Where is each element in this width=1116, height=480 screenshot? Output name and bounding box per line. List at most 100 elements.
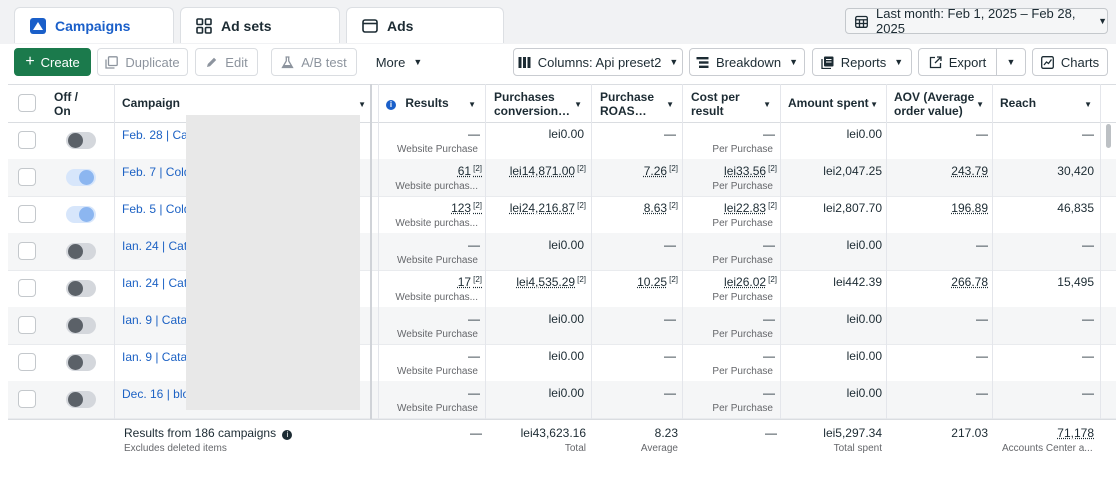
create-label: Create <box>40 54 80 70</box>
export-dropdown-button[interactable]: ▼ <box>996 48 1026 76</box>
table-row[interactable]: Ian. 24 | Catalog — Website Purchase lei0.0… <box>8 233 1116 270</box>
reports-icon <box>821 56 834 69</box>
export-button[interactable]: Export <box>918 48 997 76</box>
sort-caret-icon: ▼ <box>1084 100 1092 109</box>
campaign-toggle[interactable] <box>66 132 96 149</box>
cost-per-result-value: — <box>763 127 775 141</box>
date-range-picker[interactable]: Last month: Feb 1, 2025 – Feb 28, 2025 ▼ <box>845 6 1108 36</box>
aov-value: — <box>976 349 988 363</box>
total-roas: 8.23 <box>654 426 678 440</box>
campaign-name-link[interactable]: Feb. 7 | Cold <box>122 165 186 179</box>
more-button[interactable]: More ▼ <box>364 48 434 76</box>
reach-value: 30,420 <box>1057 164 1094 178</box>
ad-sets-icon <box>195 17 213 35</box>
aov-value: — <box>976 312 988 326</box>
conversion-value: lei0.00 <box>548 127 584 141</box>
row-checkbox[interactable] <box>18 390 36 408</box>
row-checkbox[interactable] <box>18 205 36 223</box>
total-roas-sub: Average <box>640 443 678 454</box>
row-checkbox[interactable] <box>18 279 36 297</box>
cost-per-result-type: Per Purchase <box>712 255 773 266</box>
sort-caret-icon: ▼ <box>870 100 878 109</box>
plus-icon: + <box>25 53 35 70</box>
chevron-down-icon: ▼ <box>789 57 798 67</box>
cost-per-result-value: — <box>763 312 775 326</box>
flask-icon <box>281 55 294 69</box>
vertical-scrollbar[interactable] <box>1106 124 1111 148</box>
campaign-toggle[interactable] <box>66 391 96 408</box>
toggle-knob <box>68 392 83 407</box>
campaign-name-link[interactable]: Ian. 9 | Catalog <box>122 313 186 327</box>
select-all-checkbox[interactable] <box>18 94 36 112</box>
reach-value: — <box>1082 349 1094 363</box>
charts-label: Charts <box>1060 54 1100 70</box>
sort-caret-icon: ▼ <box>468 100 476 109</box>
campaign-name-link[interactable]: Ian. 24 | Catalog <box>122 276 186 290</box>
create-button[interactable]: + Create <box>14 48 91 76</box>
results-value: — <box>468 349 480 363</box>
sort-caret-icon: ▼ <box>763 100 771 109</box>
total-reach-sub: Accounts Center a... <box>1002 443 1093 454</box>
edit-button[interactable]: Edit <box>195 48 258 76</box>
campaign-toggle[interactable] <box>66 169 96 186</box>
cost-per-result-type: Per Purchase <box>712 403 773 414</box>
campaign-name-link[interactable]: Ian. 9 | Catalog <box>122 350 186 364</box>
info-icon[interactable]: i <box>282 430 293 440</box>
campaign-toggle[interactable] <box>66 243 96 260</box>
reports-label: Reports <box>840 54 887 70</box>
row-checkbox[interactable] <box>18 131 36 149</box>
ab-test-label: A/B test <box>301 54 347 70</box>
reports-button[interactable]: Reports ▼ <box>812 48 912 76</box>
amount-spent-value: lei442.39 <box>833 275 882 289</box>
ab-test-button[interactable]: A/B test <box>271 48 357 76</box>
roas-value: — <box>664 312 676 326</box>
tab-label: Campaigns <box>55 17 131 34</box>
campaign-toggle[interactable] <box>66 206 96 223</box>
campaign-name-link[interactable]: Feb. 5 | Cold <box>122 202 186 216</box>
duplicate-button[interactable]: Duplicate <box>97 48 188 76</box>
table-row[interactable]: Ian. 9 | Catalog — Website Purchase lei0.00… <box>8 307 1116 344</box>
campaign-toggle[interactable] <box>66 317 96 334</box>
cost-per-result-type: Per Purchase <box>712 218 773 229</box>
total-amount-spent: lei5,297.34 <box>823 426 882 440</box>
total-amount-spent-sub: Total spent <box>833 443 882 454</box>
results-value: 17 [2] <box>457 275 482 289</box>
results-type: Website purchas... <box>395 181 478 192</box>
charts-button[interactable]: Charts <box>1032 48 1108 76</box>
pencil-icon <box>205 56 218 69</box>
campaign-name-link[interactable]: Dec. 16 | blog <box>122 387 186 401</box>
campaign-name-link[interactable]: Feb. 28 | Catalog <box>122 128 186 142</box>
tab-campaigns[interactable]: Campaigns <box>14 7 174 43</box>
cost-per-result-value: — <box>763 238 775 252</box>
table-row[interactable]: Feb. 28 | Catalog — Website Purchase lei0.0… <box>8 122 1116 159</box>
conversion-value: lei0.00 <box>548 238 584 252</box>
roas-value: 10.25 [2] <box>637 275 678 289</box>
table-row[interactable]: Feb. 7 | Cold 61 [2] Website purchas... lei1… <box>8 159 1116 196</box>
campaign-name-link[interactable]: Ian. 24 | Catalog <box>122 239 186 253</box>
reach-value: 15,495 <box>1057 275 1094 289</box>
total-aov: 217.03 <box>951 426 988 440</box>
top-tab-bar: Campaigns Ad sets Ads Last month: Feb 1,… <box>0 0 1116 44</box>
row-checkbox[interactable] <box>18 316 36 334</box>
row-checkbox[interactable] <box>18 168 36 186</box>
campaigns-table: Off / On Campaign ▼ i Results ▼ Purchase… <box>8 84 1116 468</box>
table-row[interactable]: Ian. 9 | Catalog — Website Purchase lei0.00… <box>8 344 1116 381</box>
reach-value: 46,835 <box>1057 201 1094 215</box>
tab-ads[interactable]: Ads <box>346 7 504 43</box>
row-checkbox[interactable] <box>18 353 36 371</box>
table-row[interactable]: Feb. 5 | Cold 123 [2] Website purchas... lei… <box>8 196 1116 233</box>
sort-caret-icon: ▼ <box>976 100 984 109</box>
tab-ad-sets[interactable]: Ad sets <box>180 7 340 43</box>
redacted-area <box>186 115 360 410</box>
results-type: Website Purchase <box>397 144 478 155</box>
chevron-down-icon: ▼ <box>894 57 904 67</box>
table-row[interactable]: Ian. 24 | Catalog 17[2] Website purchas...… <box>8 270 1116 307</box>
row-checkbox[interactable] <box>18 242 36 260</box>
campaign-toggle[interactable] <box>66 354 96 371</box>
breakdown-button[interactable]: Breakdown ▼ <box>689 48 805 76</box>
table-row[interactable]: Dec. 16 | blog — Website Purchase lei0.00 — —… <box>8 381 1116 418</box>
columns-button[interactable]: Columns: Api preset2 ▼ <box>513 48 683 76</box>
campaign-toggle[interactable] <box>66 280 96 297</box>
results-type: Website Purchase <box>397 329 478 340</box>
conversion-value: lei14,871.00 [2] <box>509 164 586 178</box>
